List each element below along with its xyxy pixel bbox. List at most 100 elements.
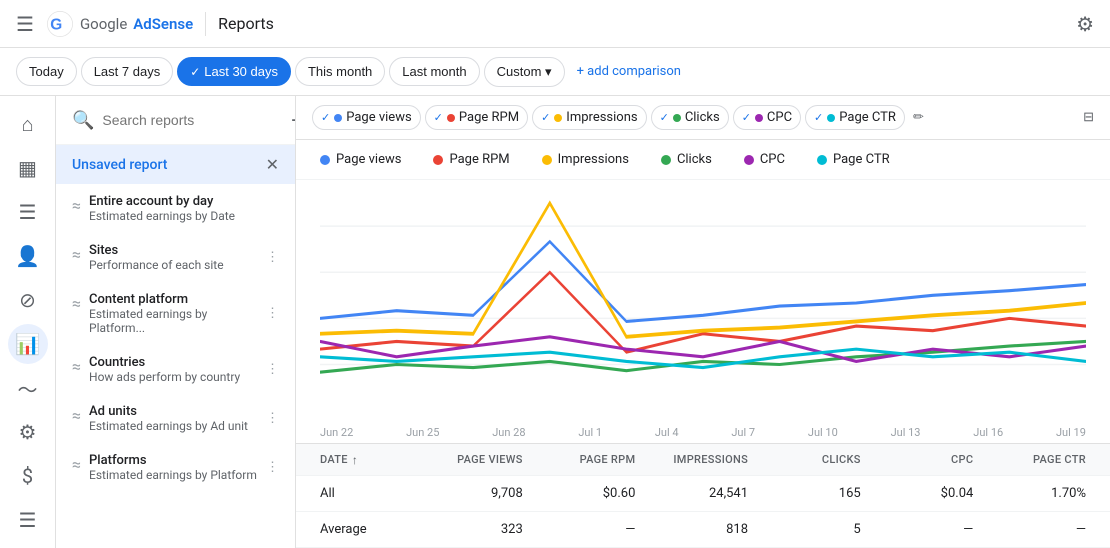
- left-nav: ⌂ ▦ ☰ 👤 ⊘ 📊 〜 ⚙ $ ☰: [0, 96, 56, 548]
- filter-chart-icon[interactable]: ⊟: [1083, 110, 1094, 125]
- edit-metrics-icon[interactable]: ✏: [913, 110, 924, 125]
- report-desc: Estimated earnings by Platform...: [89, 307, 266, 335]
- pagerpm-dot: [447, 114, 455, 122]
- metric-label: Page views: [346, 110, 411, 125]
- divider: [205, 12, 206, 36]
- list-item[interactable]: ≈ Countries How ads perform by country ⋮: [56, 345, 295, 394]
- nav-content-icon[interactable]: ☰: [8, 192, 48, 232]
- nav-account-icon[interactable]: ☰: [8, 500, 48, 540]
- metric-chip-impressions[interactable]: ✓ Impressions: [532, 105, 647, 130]
- x-label: Jul 16: [973, 426, 1003, 439]
- cell-pageviews-all: 9,708: [410, 486, 523, 501]
- legend-pagerpm: Page RPM: [433, 152, 509, 167]
- nav-reports-icon[interactable]: 📊: [8, 324, 48, 364]
- filter-last-month[interactable]: Last month: [389, 57, 479, 86]
- page-title: Reports: [218, 14, 274, 33]
- more-options-icon[interactable]: ⋮: [266, 362, 279, 377]
- cell-pagectr-all: 1.70%: [973, 486, 1086, 501]
- more-options-icon[interactable]: ⋮: [266, 306, 279, 321]
- cell-cpc-avg: —: [861, 522, 974, 537]
- legend-pageviews: Page views: [320, 152, 401, 167]
- report-name: Ad units: [89, 404, 248, 419]
- cpc-dot: [755, 114, 763, 122]
- report-type-icon: ≈: [72, 406, 81, 425]
- close-icon[interactable]: ✕: [266, 155, 279, 174]
- report-desc: Estimated earnings by Date: [89, 209, 235, 223]
- col-pagerpm: Page RPM: [523, 453, 636, 466]
- chart-legend: Page views Page RPM Impressions Clicks C…: [296, 140, 1110, 180]
- google-logo-icon: G: [46, 10, 74, 38]
- x-label: Jul 7: [731, 426, 755, 439]
- x-label: Jun 22: [320, 426, 353, 439]
- filter-this-month[interactable]: This month: [295, 57, 385, 86]
- more-options-icon[interactable]: ⋮: [266, 250, 279, 265]
- legend-pagectr: Page CTR: [817, 152, 890, 167]
- report-type-icon: ≈: [72, 357, 81, 376]
- pagectr-dot: [827, 114, 835, 122]
- impressions-dot: [554, 114, 562, 122]
- settings-icon[interactable]: ⚙: [1076, 12, 1094, 36]
- cell-cpc-all: $0.04: [861, 486, 974, 501]
- list-item[interactable]: ≈ Platforms Estimated earnings by Platfo…: [56, 443, 295, 492]
- nav-payments-icon[interactable]: $: [8, 456, 48, 496]
- filter-today[interactable]: Today: [16, 57, 77, 86]
- hamburger-icon[interactable]: ☰: [16, 12, 34, 36]
- legend-dot-cpc: [744, 155, 754, 165]
- metrics-bar: ✓ Page views ✓ Page RPM ✓ Impressions ✓ …: [296, 96, 1110, 140]
- nav-block-icon[interactable]: ⊘: [8, 280, 48, 320]
- list-item[interactable]: ≈ Content platform Estimated earnings by…: [56, 282, 295, 345]
- report-name: Countries: [89, 355, 240, 370]
- cell-clicks-all: 165: [748, 486, 861, 501]
- metric-chip-pagerpm[interactable]: ✓ Page RPM: [425, 105, 528, 130]
- metric-chip-pageviews[interactable]: ✓ Page views: [312, 105, 421, 130]
- x-label: Jun 25: [406, 426, 439, 439]
- nav-optimize-icon[interactable]: ⚙: [8, 412, 48, 452]
- metric-chip-cpc[interactable]: ✓ CPC: [733, 105, 801, 130]
- filter-custom[interactable]: Custom ▾: [484, 57, 565, 87]
- unsaved-report-label: Unsaved report: [72, 157, 167, 173]
- report-name: Entire account by day: [89, 194, 235, 209]
- x-axis: Jun 22 Jun 25 Jun 28 Jul 1 Jul 4 Jul 7 J…: [296, 426, 1110, 443]
- legend-cpc: CPC: [744, 152, 785, 167]
- more-options-icon[interactable]: ⋮: [266, 411, 279, 426]
- report-type-icon: ≈: [72, 455, 81, 474]
- report-desc: How ads perform by country: [89, 370, 240, 384]
- list-item[interactable]: ≈ Sites Performance of each site ⋮: [56, 233, 295, 282]
- filter-last7[interactable]: Last 7 days: [81, 57, 174, 86]
- col-impressions: Impressions: [635, 453, 748, 466]
- data-table: DATE ↑ Page views Page RPM Impressions C…: [296, 443, 1110, 548]
- metric-chip-clicks[interactable]: ✓ Clicks: [651, 105, 729, 130]
- metric-chip-pagectr[interactable]: ✓ Page CTR: [805, 105, 905, 130]
- metric-label: CPC: [767, 110, 792, 125]
- x-label: Jul 13: [891, 426, 921, 439]
- table-row: Average 323 — 818 5 — —: [296, 512, 1110, 548]
- list-item[interactable]: ≈ Entire account by day Estimated earnin…: [56, 184, 295, 233]
- legend-label: Page views: [336, 152, 401, 167]
- col-date[interactable]: DATE ↑: [320, 453, 410, 467]
- filter-last30[interactable]: ✓ Last 30 days: [177, 57, 291, 86]
- nav-audience-icon[interactable]: 👤: [8, 236, 48, 276]
- nav-overview-icon[interactable]: ▦: [8, 148, 48, 188]
- search-input[interactable]: [102, 112, 283, 128]
- adsense-wordmark: AdSense: [133, 15, 193, 33]
- report-name: Sites: [89, 243, 224, 258]
- search-bar: 🔍 +: [56, 96, 295, 145]
- legend-dot-pageviews: [320, 155, 330, 165]
- unsaved-report-item[interactable]: Unsaved report ✕: [56, 145, 295, 184]
- line-chart: [320, 180, 1086, 426]
- report-type-icon: ≈: [72, 196, 81, 215]
- legend-label: CPC: [760, 152, 785, 167]
- legend-label: Page CTR: [833, 152, 890, 167]
- cell-pagerpm-avg: —: [523, 522, 636, 537]
- add-comparison-button[interactable]: + add comparison: [569, 58, 689, 85]
- google-wordmark: Google: [80, 15, 127, 33]
- table-header: DATE ↑ Page views Page RPM Impressions C…: [296, 444, 1110, 476]
- sort-arrow-icon: ↑: [352, 453, 358, 467]
- report-type-icon: ≈: [72, 245, 81, 264]
- nav-analytics-icon[interactable]: 〜: [8, 368, 48, 408]
- list-item[interactable]: ≈ Ad units Estimated earnings by Ad unit…: [56, 394, 295, 443]
- cell-clicks-avg: 5: [748, 522, 861, 537]
- nav-home-icon[interactable]: ⌂: [8, 104, 48, 144]
- clicks-dot: [673, 114, 681, 122]
- more-options-icon[interactable]: ⋮: [266, 460, 279, 475]
